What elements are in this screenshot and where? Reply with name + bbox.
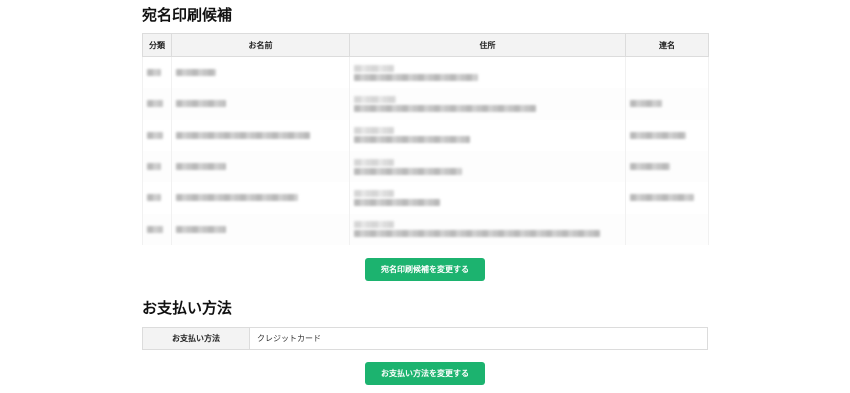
blurred-text: [354, 158, 394, 166]
joint-name-cell: [625, 88, 709, 120]
blurred-text: [147, 100, 163, 108]
name-cell: [171, 213, 350, 245]
column-header-name: お名前: [171, 33, 350, 57]
blurred-text: [354, 198, 440, 206]
column-header-joint-name: 連名: [625, 33, 709, 57]
recipients-section-title: 宛名印刷候補: [142, 6, 233, 24]
change-payment-button[interactable]: お支払い方法を変更する: [365, 362, 485, 385]
blurred-text: [354, 73, 478, 81]
category-cell: [142, 213, 172, 245]
blurred-text: [630, 100, 662, 108]
column-header-address: 住所: [349, 33, 626, 57]
blurred-text: [630, 163, 670, 171]
payment-section-title: お支払い方法: [142, 299, 233, 317]
table-row: [142, 56, 709, 89]
table-row: [142, 182, 709, 214]
blurred-text: [147, 69, 161, 77]
name-cell: [171, 150, 350, 183]
joint-name-cell: [625, 182, 709, 214]
category-cell: [142, 182, 172, 214]
blurred-text: [176, 131, 310, 139]
blurred-text: [354, 136, 470, 144]
category-cell: [142, 56, 172, 89]
blurred-text: [354, 64, 394, 72]
category-cell: [142, 88, 172, 120]
payment-row: お支払い方法 クレジットカード: [142, 327, 708, 350]
blurred-text: [147, 131, 163, 139]
blurred-text: [630, 131, 686, 139]
blurred-text: [147, 163, 161, 171]
page: 宛名印刷候補 分類 お名前 住所 連名 宛名印刷候補を変更する お支払い方法 お…: [0, 0, 850, 393]
blurred-text: [176, 69, 216, 77]
joint-name-cell: [625, 150, 709, 183]
blurred-text: [176, 163, 226, 171]
blurred-text: [354, 189, 394, 197]
name-cell: [171, 182, 350, 214]
blurred-text: [354, 230, 600, 238]
blurred-text: [354, 104, 536, 112]
joint-name-cell: [625, 56, 709, 89]
category-cell: [142, 150, 172, 183]
address-cell: [349, 182, 626, 214]
table-row: [142, 150, 709, 183]
blurred-text: [147, 225, 163, 233]
table-row: [142, 213, 709, 245]
column-header-category: 分類: [142, 33, 172, 57]
blurred-text: [176, 225, 226, 233]
recipients-table-header: 分類 お名前 住所 連名: [142, 33, 709, 57]
payment-table: お支払い方法 クレジットカード: [142, 327, 708, 350]
joint-name-cell: [625, 119, 709, 151]
table-row: [142, 88, 709, 120]
blurred-text: [354, 221, 394, 229]
address-cell: [349, 56, 626, 89]
address-cell: [349, 213, 626, 245]
category-cell: [142, 119, 172, 151]
blurred-text: [176, 194, 298, 202]
joint-name-cell: [625, 213, 709, 245]
recipients-table: 分類 お名前 住所 連名: [142, 33, 709, 245]
blurred-text: [147, 194, 161, 202]
payment-method-value: クレジットカード: [249, 327, 708, 350]
blurred-text: [630, 194, 694, 202]
address-cell: [349, 150, 626, 183]
blurred-text: [354, 95, 396, 103]
address-cell: [349, 88, 626, 120]
name-cell: [171, 88, 350, 120]
name-cell: [171, 119, 350, 151]
blurred-text: [354, 167, 462, 175]
blurred-text: [176, 100, 226, 108]
table-row: [142, 119, 709, 151]
name-cell: [171, 56, 350, 89]
address-cell: [349, 119, 626, 151]
payment-method-label: お支払い方法: [142, 327, 250, 350]
change-recipients-button[interactable]: 宛名印刷候補を変更する: [365, 258, 485, 281]
blurred-text: [354, 127, 394, 135]
